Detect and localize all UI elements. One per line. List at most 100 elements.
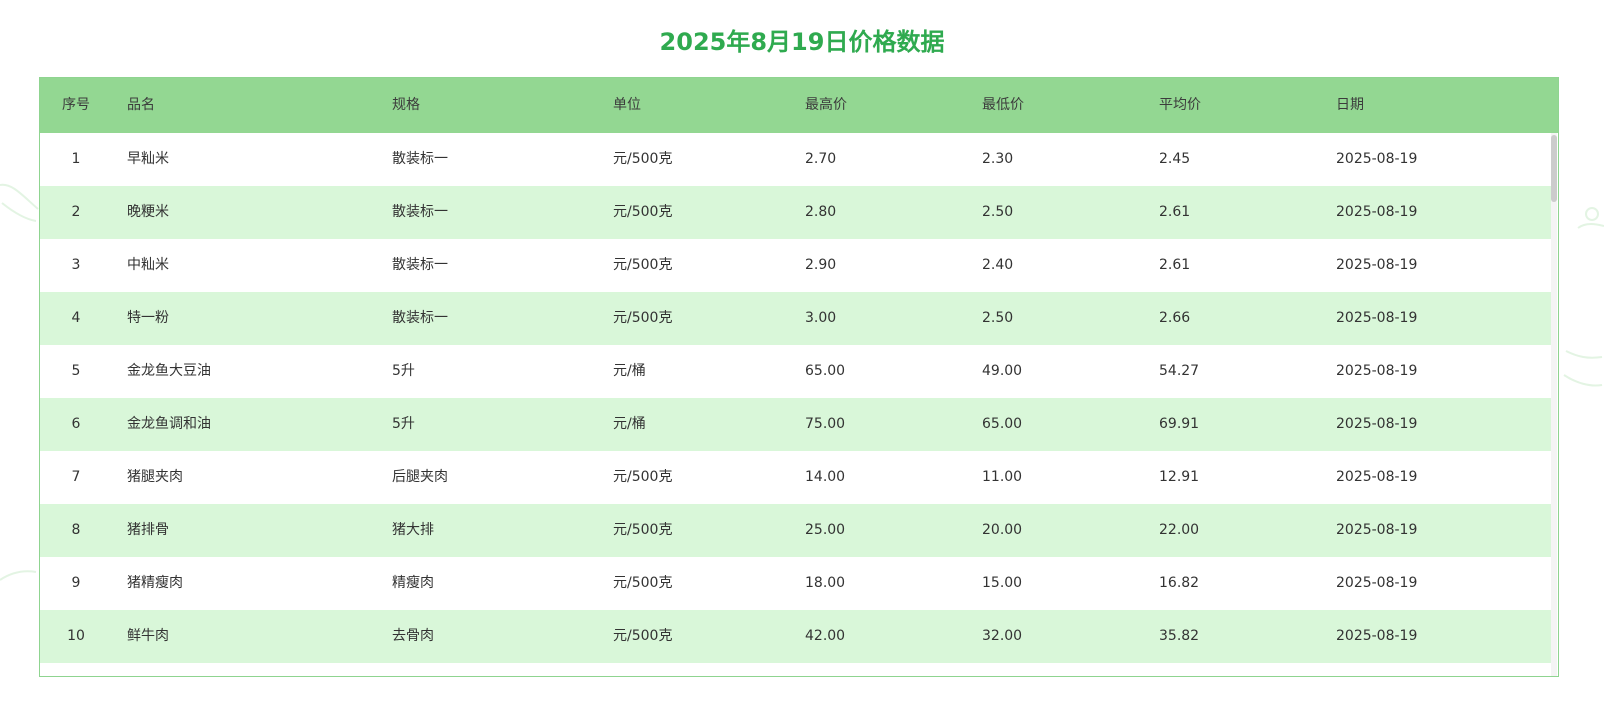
cell-index: 6 xyxy=(71,416,81,432)
cell-unit: 元/500克 xyxy=(613,257,673,273)
cell-high-price: 75.00 xyxy=(805,416,846,432)
cell-name: 猪腿夹肉 xyxy=(127,469,183,485)
table-body: 1 早籼米 散装标一 元/500克 2.70 2.30 2.45 2025-08… xyxy=(40,133,1558,676)
cell-spec: 散装标一 xyxy=(392,204,448,220)
cell-low-price: 2.50 xyxy=(982,204,1014,220)
cell-low-price: 2.40 xyxy=(982,257,1014,273)
cell-spec: 去骨肉 xyxy=(392,628,434,644)
cell-high-price: 3.00 xyxy=(805,310,837,326)
cell-avg-price: 69.91 xyxy=(1159,416,1200,432)
cell-name: 鲜牛肉 xyxy=(127,628,169,644)
cell-date: 2025-08-19 xyxy=(1336,151,1418,167)
cell-high-price: 2.90 xyxy=(805,257,837,273)
cell-spec: 散装标一 xyxy=(392,310,448,326)
cell-date: 2025-08-19 xyxy=(1336,575,1418,591)
table-row: 1 早籼米 散装标一 元/500克 2.70 2.30 2.45 2025-08… xyxy=(40,133,1552,186)
cell-avg-price: 22.00 xyxy=(1159,522,1200,538)
cell-date: 2025-08-19 xyxy=(1336,469,1418,485)
cell-high-price: 25.00 xyxy=(805,522,846,538)
background-decoration-left-top xyxy=(0,183,39,222)
cell-index: 8 xyxy=(71,522,81,538)
cell-low-price: 2.30 xyxy=(982,151,1014,167)
cell-spec: 5升 xyxy=(392,416,415,432)
cell-name: 金龙鱼调和油 xyxy=(127,416,211,432)
cell-unit: 元/500克 xyxy=(613,575,673,591)
background-decoration-left-bottom xyxy=(0,570,37,581)
cell-name: 中籼米 xyxy=(127,257,169,273)
cell-high-price: 2.80 xyxy=(805,204,837,220)
cell-index: 7 xyxy=(71,469,81,485)
cell-date: 2025-08-19 xyxy=(1336,628,1418,644)
cell-date: 2025-08-19 xyxy=(1336,416,1418,432)
cell-low-price: 32.00 xyxy=(982,628,1023,644)
cell-name: 特一粉 xyxy=(127,310,169,326)
header-date: 日期 xyxy=(1336,97,1364,113)
cell-avg-price: 2.45 xyxy=(1159,151,1191,167)
cell-unit: 元/500克 xyxy=(613,469,673,485)
cell-unit: 元/桶 xyxy=(613,363,646,379)
cell-avg-price: 2.66 xyxy=(1159,310,1191,326)
cell-avg-price: 54.27 xyxy=(1159,363,1200,379)
cell-name: 早籼米 xyxy=(127,151,169,167)
cell-high-price: 18.00 xyxy=(805,575,846,591)
cell-date: 2025-08-19 xyxy=(1336,310,1418,326)
table-row: 6 金龙鱼调和油 5升 元/桶 75.00 65.00 69.91 2025-0… xyxy=(40,398,1552,451)
cell-index: 10 xyxy=(67,628,85,644)
cell-index: 2 xyxy=(71,204,81,220)
cell-unit: 元/500克 xyxy=(613,151,673,167)
cell-high-price: 65.00 xyxy=(805,363,846,379)
cell-avg-price: 2.61 xyxy=(1159,204,1191,220)
header-name: 品名 xyxy=(127,97,155,113)
table-row: 7 猪腿夹肉 后腿夹肉 元/500克 14.00 11.00 12.91 202… xyxy=(40,451,1552,504)
cell-name: 猪精瘦肉 xyxy=(127,575,183,591)
table-row: 9 猪精瘦肉 精瘦肉 元/500克 18.00 15.00 16.82 2025… xyxy=(40,557,1552,610)
table-header: 序号 品名 规格 单位 最高价 最低价 平均价 日期 xyxy=(40,78,1558,133)
cell-index: 1 xyxy=(71,151,81,167)
cell-spec: 后腿夹肉 xyxy=(392,469,448,485)
cell-high-price: 2.70 xyxy=(805,151,837,167)
cell-high-price: 14.00 xyxy=(805,469,846,485)
table-row: 10 鲜牛肉 去骨肉 元/500克 42.00 32.00 35.82 2025… xyxy=(40,610,1552,663)
cell-spec: 猪大排 xyxy=(392,522,434,538)
table-scrollbar[interactable] xyxy=(1551,133,1557,676)
cell-avg-price: 16.82 xyxy=(1159,575,1200,591)
cell-avg-price: 2.61 xyxy=(1159,257,1191,273)
table-row: 2 晚粳米 散装标一 元/500克 2.80 2.50 2.61 2025-08… xyxy=(40,186,1552,239)
cell-avg-price: 35.82 xyxy=(1159,628,1200,644)
cell-date: 2025-08-19 xyxy=(1336,204,1418,220)
header-index: 序号 xyxy=(62,97,90,113)
cell-low-price: 65.00 xyxy=(982,416,1023,432)
cell-low-price: 11.00 xyxy=(982,469,1023,485)
cell-unit: 元/500克 xyxy=(613,204,673,220)
header-high-price: 最高价 xyxy=(805,97,847,113)
cell-unit: 元/500克 xyxy=(613,628,673,644)
cell-spec: 散装标一 xyxy=(392,151,448,167)
cell-avg-price: 12.91 xyxy=(1159,469,1200,485)
cell-low-price: 20.00 xyxy=(982,522,1023,538)
header-unit: 单位 xyxy=(613,97,641,113)
header-spec: 规格 xyxy=(392,97,420,113)
cell-index: 4 xyxy=(71,310,81,326)
cell-index: 3 xyxy=(71,257,81,273)
scrollbar-thumb[interactable] xyxy=(1551,135,1557,202)
cell-unit: 元/500克 xyxy=(613,522,673,538)
price-table: 序号 品名 规格 单位 最高价 最低价 平均价 日期 1 早籼米 散装标一 元/… xyxy=(39,77,1559,677)
cell-spec: 散装标一 xyxy=(392,257,448,273)
cell-spec: 精瘦肉 xyxy=(392,575,434,591)
cell-name: 晚粳米 xyxy=(127,204,169,220)
table-row: 3 中籼米 散装标一 元/500克 2.90 2.40 2.61 2025-08… xyxy=(40,239,1552,292)
cell-low-price: 15.00 xyxy=(982,575,1023,591)
page-title: 2025年8月19日价格数据 xyxy=(659,28,945,56)
header-low-price: 最低价 xyxy=(982,97,1024,113)
cell-unit: 元/500克 xyxy=(613,310,673,326)
cell-high-price: 42.00 xyxy=(805,628,846,644)
cell-date: 2025-08-19 xyxy=(1336,363,1418,379)
cell-name: 猪排骨 xyxy=(127,522,169,538)
header-avg-price: 平均价 xyxy=(1159,97,1201,113)
cell-date: 2025-08-19 xyxy=(1336,522,1418,538)
background-decoration-right-top xyxy=(1577,207,1604,229)
background-decoration-right-mid xyxy=(1563,350,1603,387)
cell-index: 5 xyxy=(71,363,81,379)
cell-date: 2025-08-19 xyxy=(1336,257,1418,273)
cell-unit: 元/桶 xyxy=(613,416,646,432)
